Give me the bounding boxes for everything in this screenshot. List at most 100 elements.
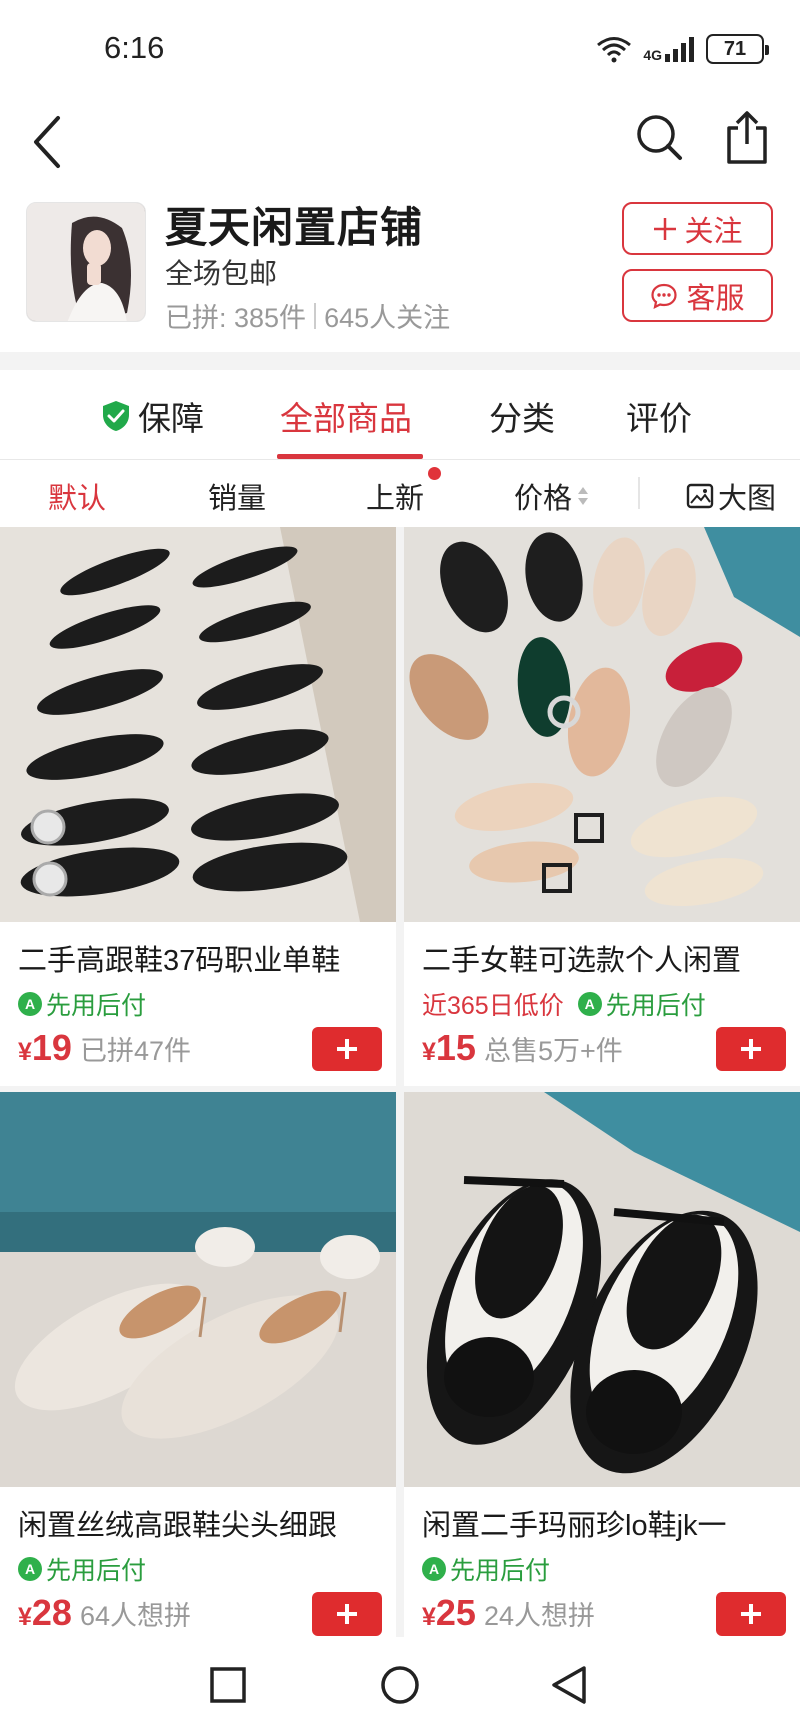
signal-icon <box>665 37 694 62</box>
sold-stat: 已拼: 385件 <box>165 303 307 333</box>
plus-icon <box>741 1604 761 1624</box>
product-card[interactable]: 二手女鞋可选款个人闲置 近365日低价 A 先用后付 ¥ 15 总售5万+件 <box>404 527 800 1086</box>
product-sales: 已拼47件 <box>79 1036 191 1066</box>
product-title: 闲置二手玛丽珍lo鞋jk一 <box>422 1510 727 1542</box>
tab-label: 评价 <box>626 400 692 437</box>
tab-reviews[interactable]: 评价 <box>626 392 692 440</box>
sort-bar: 默认 销量 上新 价格 大图 <box>0 461 800 527</box>
product-price: 19 <box>31 1027 72 1068</box>
sort-arrows-icon <box>578 487 589 505</box>
section-divider <box>0 352 800 370</box>
currency-symbol: ¥ <box>422 1603 436 1631</box>
wifi-icon <box>597 37 632 63</box>
plus-icon <box>337 1039 357 1059</box>
add-to-cart-button[interactable] <box>716 1592 786 1636</box>
add-to-cart-button[interactable] <box>312 1592 382 1636</box>
pay-later-label: 先用后付 <box>450 1557 551 1585</box>
pay-later-badge-icon: A <box>18 1557 42 1581</box>
chat-bubble-icon <box>651 283 678 309</box>
price-row: ¥ 19 已拼47件 <box>18 1027 191 1069</box>
price-row: ¥ 28 64人想拼 <box>18 1592 191 1634</box>
shop-stats: 已拼: 385件 645人关注 <box>165 296 450 335</box>
pay-later-tag: A 先用后付 <box>18 986 146 1022</box>
pay-later-tag: A 先用后付 <box>422 1551 550 1587</box>
product-image[interactable] <box>404 527 800 922</box>
plus-icon <box>654 217 677 240</box>
customer-service-button[interactable]: 客服 <box>622 269 773 322</box>
tab-guarantee[interactable]: 保障 <box>100 392 204 440</box>
sort-default[interactable]: 默认 <box>48 475 106 517</box>
status-bar: 6:16 4G 71 <box>0 0 800 100</box>
home-icon[interactable] <box>380 1665 420 1705</box>
price-row: ¥ 25 24人想拼 <box>422 1592 595 1634</box>
product-image[interactable] <box>0 527 396 922</box>
shop-name: 夏天闲置店铺 <box>165 204 424 251</box>
sort-new[interactable]: 上新 <box>366 475 424 517</box>
product-grid: 二手高跟鞋37码职业单鞋 A 先用后付 ¥ 19 已拼47件 二手女鞋可选款个人… <box>0 527 800 1637</box>
low-price-tag: 近365日低价 <box>422 992 564 1020</box>
currency-symbol: ¥ <box>422 1038 436 1066</box>
currency-symbol: ¥ <box>18 1603 32 1631</box>
shop-slogan: 全场包邮 <box>165 258 278 289</box>
product-tags: A 先用后付 <box>18 1551 146 1587</box>
search-icon[interactable] <box>634 112 686 164</box>
stat-divider <box>314 302 317 329</box>
sort-label: 价格 <box>514 483 573 515</box>
product-sales: 总售5万+件 <box>483 1036 623 1066</box>
large-view-toggle[interactable]: 大图 <box>686 475 776 517</box>
product-tags: 近365日低价 A 先用后付 <box>422 986 706 1022</box>
pay-later-label: 先用后付 <box>605 992 706 1020</box>
chevron-left-icon[interactable] <box>28 114 68 170</box>
plus-icon <box>337 1604 357 1624</box>
pay-later-tag: A 先用后付 <box>18 1551 146 1587</box>
add-to-cart-button[interactable] <box>312 1027 382 1071</box>
system-nav-bar <box>0 1637 800 1733</box>
product-price: 25 <box>435 1592 476 1633</box>
back-icon[interactable] <box>550 1665 588 1705</box>
follow-button[interactable]: 关注 <box>622 202 773 255</box>
status-icons: 4G 71 <box>595 34 769 64</box>
tab-category[interactable]: 分类 <box>489 392 555 440</box>
sort-label: 默认 <box>48 483 107 515</box>
shop-header: 夏天闲置店铺 全场包邮 已拼: 385件 645人关注 关注 客服 <box>0 196 800 346</box>
product-title: 二手高跟鞋37码职业单鞋 <box>18 945 341 977</box>
product-image[interactable] <box>404 1092 800 1487</box>
pay-later-badge-icon: A <box>18 992 42 1016</box>
battery-indicator: 71 <box>706 34 769 64</box>
product-card[interactable]: 闲置丝绒高跟鞋尖头细跟 A 先用后付 ¥ 28 64人想拼 <box>0 1092 396 1637</box>
plus-icon <box>741 1039 761 1059</box>
recent-apps-icon[interactable] <box>210 1667 246 1703</box>
service-label: 客服 <box>686 282 745 315</box>
pay-later-label: 先用后付 <box>46 1557 147 1585</box>
product-price: 28 <box>31 1592 72 1633</box>
product-title: 二手女鞋可选款个人闲置 <box>422 945 742 977</box>
follow-label: 关注 <box>684 215 743 248</box>
sort-label: 销量 <box>208 483 267 515</box>
tab-label: 全部商品 <box>280 400 412 437</box>
sort-separator <box>638 477 640 509</box>
sort-sales[interactable]: 销量 <box>208 475 266 517</box>
product-tags: A 先用后付 <box>422 1551 550 1587</box>
product-image[interactable] <box>0 1092 396 1487</box>
shop-avatar[interactable] <box>26 202 146 322</box>
price-row: ¥ 15 总售5万+件 <box>422 1027 623 1069</box>
pay-later-badge-icon: A <box>577 992 602 1016</box>
new-indicator-dot <box>428 467 441 480</box>
sort-price[interactable]: 价格 <box>514 475 590 517</box>
pay-later-tag: A 先用后付 <box>577 986 706 1022</box>
sort-label: 上新 <box>366 483 425 515</box>
follower-stat: 645人关注 <box>324 303 451 333</box>
share-icon[interactable] <box>724 110 770 166</box>
shop-tabs: 保障 全部商品 分类 评价 <box>0 370 800 460</box>
product-card[interactable]: 闲置二手玛丽珍lo鞋jk一 A 先用后付 ¥ 25 24人想拼 <box>404 1092 800 1637</box>
product-card[interactable]: 二手高跟鞋37码职业单鞋 A 先用后付 ¥ 19 已拼47件 <box>0 527 396 1086</box>
image-icon <box>686 483 714 509</box>
tab-label: 分类 <box>489 400 555 437</box>
product-sales: 64人想拼 <box>79 1601 191 1631</box>
product-tags: A 先用后付 <box>18 986 146 1022</box>
product-price: 15 <box>435 1027 476 1068</box>
active-tab-indicator <box>277 454 423 459</box>
tab-all-products[interactable]: 全部商品 <box>280 392 412 440</box>
shield-check-icon <box>103 401 129 431</box>
add-to-cart-button[interactable] <box>716 1027 786 1071</box>
